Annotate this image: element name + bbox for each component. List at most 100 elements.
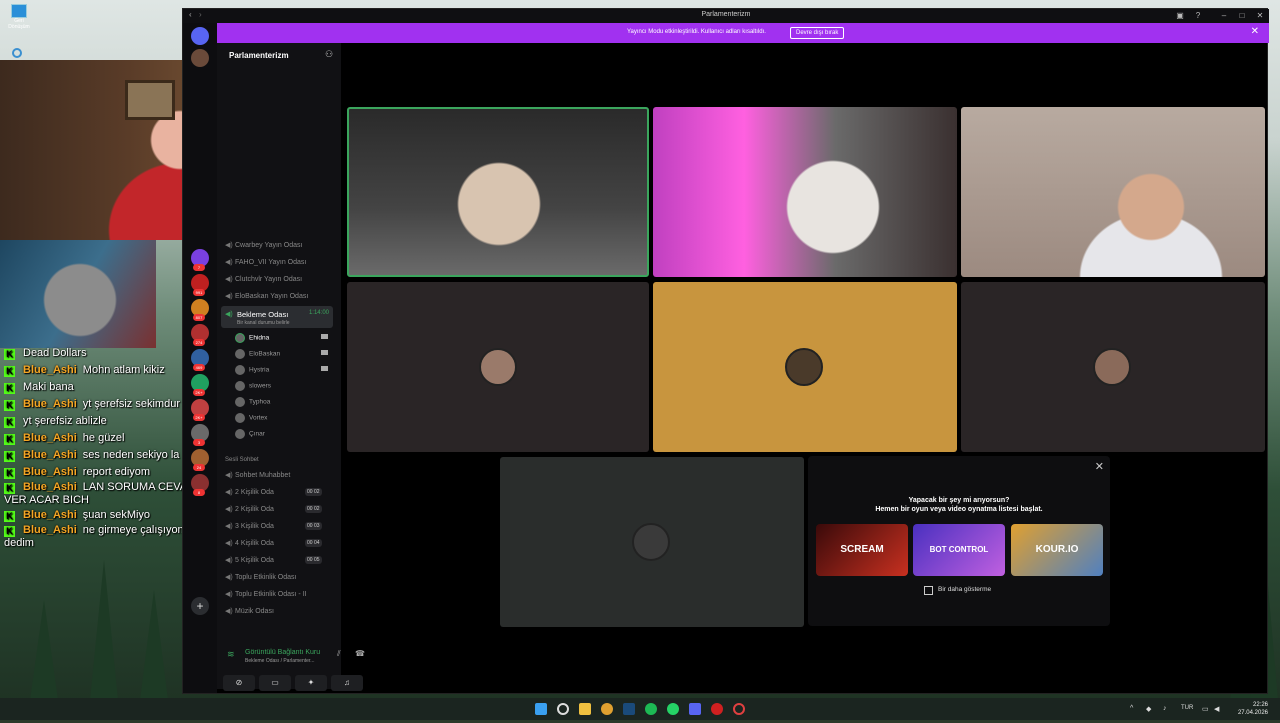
voice-user[interactable]: slowers — [235, 381, 271, 391]
game-card[interactable]: KOUR.IO — [1011, 524, 1103, 576]
server-icon[interactable] — [191, 49, 209, 67]
noise-suppression-icon[interactable]: ⫽ — [337, 649, 341, 659]
voice-channel[interactable]: ◀) 2 Kişilik Oda 00 02 — [225, 488, 322, 496]
game-card[interactable]: SCREAM — [816, 524, 908, 576]
dont-show-checkbox[interactable] — [924, 586, 933, 595]
add-member-icon[interactable]: ⚇ — [325, 49, 333, 60]
search-icon[interactable] — [557, 703, 569, 715]
camera-icon — [321, 366, 328, 371]
chrome-icon[interactable] — [601, 703, 613, 715]
channel-label: Cwarbey Yayın Odası — [235, 242, 303, 249]
tray-app-icon[interactable]: ◆ — [1146, 705, 1151, 713]
discord-icon[interactable] — [689, 703, 701, 715]
speaker-icon: ◀) — [225, 574, 233, 581]
user-tile[interactable] — [961, 282, 1265, 452]
spotify-icon[interactable] — [645, 703, 657, 715]
channel-label: EloBaskan Yayın Odası — [235, 293, 309, 300]
kick-badge-icon: K — [4, 434, 15, 445]
video-tile[interactable] — [961, 107, 1265, 277]
camera-off-button[interactable]: ⊘ — [223, 675, 255, 691]
voice-channel[interactable]: ◀) 4 Kişilik Oda 00 04 — [225, 539, 322, 547]
voice-channel[interactable]: ◀) Müzik Odası — [225, 607, 274, 615]
banner-close-icon[interactable]: ✕ — [1251, 26, 1259, 37]
volume-icon[interactable]: ◀ — [1214, 705, 1219, 713]
voice-channel[interactable]: ◀) 2 Kişilik Oda 00 02 — [225, 505, 322, 513]
voice-user[interactable]: Typhoa — [235, 397, 270, 407]
add-server-icon[interactable]: + — [191, 597, 209, 615]
voice-user[interactable]: Hystria — [235, 365, 328, 375]
voice-channel[interactable]: ◀) EloBaskan Yayın Odası — [225, 292, 308, 300]
microphone-icon[interactable]: ♪ — [1163, 705, 1167, 712]
close-icon[interactable]: ✕ — [1095, 460, 1104, 473]
active-voice-channel[interactable]: ◀) Bekleme Odası 1:14:00 Bir kanal durumu b… — [221, 306, 333, 328]
help-icon[interactable]: ? — [1191, 10, 1205, 22]
share-screen-button[interactable]: ▭ — [259, 675, 291, 691]
speaker-icon: ◀) — [225, 472, 233, 479]
voice-channel[interactable]: ◀) Toplu Etkinlik Odası — [225, 573, 296, 581]
chat-text: report ediyom — [82, 466, 151, 478]
server-name[interactable]: Parlamenterizm — [229, 51, 289, 60]
inbox-icon[interactable]: ▣ — [1173, 10, 1187, 22]
voice-channel[interactable]: ◀) Sohbet Muhabbet — [225, 471, 290, 479]
voice-user[interactable]: EloBaskan — [235, 349, 328, 359]
channel-label: 5 Kişilik Oda — [235, 557, 274, 564]
voice-user[interactable]: Çınar — [235, 429, 265, 439]
mention-badge: 469 — [193, 364, 205, 371]
speaker-icon: ◀) — [225, 242, 233, 249]
chat-username: Blue_Ashi — [23, 398, 77, 410]
chat-message: K Blue_Ashi report ediyom — [4, 464, 184, 481]
clock-time: 22:26 — [1252, 702, 1268, 708]
discord-home-icon[interactable] — [191, 27, 209, 45]
start-icon[interactable] — [535, 703, 547, 715]
recycle-bin-icon[interactable]: Geri Dönüşüm — [4, 4, 34, 30]
whatsapp-icon[interactable] — [667, 703, 679, 715]
channel-label: FAHO_VII Yayın Odası — [235, 259, 307, 266]
video-tile[interactable] — [653, 107, 957, 277]
close-button[interactable]: ✕ — [1253, 10, 1267, 22]
app-icon[interactable] — [733, 703, 745, 715]
voice-connection-panel: ≋ Görüntülü Bağlantı Kuru Bekleme Odası / … — [221, 647, 371, 697]
activities-button[interactable]: ✦ — [295, 675, 327, 691]
user-tile[interactable] — [500, 457, 804, 627]
voice-channel[interactable]: ◀) Clutchvlr Yayın Odası — [225, 275, 302, 283]
user-tile[interactable] — [653, 282, 957, 452]
user-label: Hystria — [249, 366, 270, 374]
voice-user[interactable]: Vortex — [235, 413, 267, 423]
voice-channel[interactable]: ◀) 3 Kişilik Oda 00 03 — [225, 522, 322, 530]
voice-channel-path[interactable]: Bekleme Odası / Parlamenter... — [245, 658, 314, 664]
network-icon[interactable]: ▭ — [1202, 705, 1209, 713]
channel-list: Parlamenterizm ⚇ ◀) Cwarbey Yayın Odası ◀)… — [217, 43, 365, 718]
opera-icon[interactable] — [711, 703, 723, 715]
voice-status: Görüntülü Bağlantı Kuru — [245, 649, 321, 656]
soundboard-button[interactable]: ♫ — [331, 675, 363, 691]
category-header[interactable]: Sesli Sohbet — [225, 457, 259, 463]
clock[interactable]: 22:26 27.04.2026 — [1238, 701, 1268, 717]
voice-channel[interactable]: ◀) Toplu Etkinlik Odası - II — [225, 590, 307, 598]
channel-label: 2 Kişilik Oda — [235, 506, 274, 513]
chevron-up-icon[interactable]: ^ — [1130, 705, 1133, 712]
refresh-icon[interactable] — [12, 48, 22, 58]
chat-text: he güzel — [82, 432, 125, 444]
file-explorer-icon[interactable] — [579, 703, 591, 715]
voice-channel[interactable]: ◀) FAHO_VII Yayın Odası — [225, 258, 306, 266]
minimize-button[interactable]: – — [1217, 10, 1231, 22]
game-card[interactable]: BOT CONTROL — [913, 524, 1005, 576]
user-tile[interactable] — [347, 282, 649, 452]
video-tile[interactable] — [347, 107, 649, 277]
kick-badge-icon: K — [4, 366, 15, 377]
steam-icon[interactable] — [623, 703, 635, 715]
voice-channel[interactable]: ◀) Cwarbey Yayın Odası — [225, 241, 302, 249]
speaker-icon: ◀) — [225, 608, 233, 615]
disable-streamer-mode-button[interactable]: Devre dışı bırak — [790, 27, 845, 39]
maximize-button[interactable]: □ — [1235, 10, 1249, 22]
avatar — [235, 365, 245, 375]
user-count: 00 04 — [305, 539, 322, 547]
language-indicator[interactable]: TUR — [1181, 705, 1193, 711]
disconnect-icon[interactable]: ☎ — [355, 649, 365, 658]
user-count: 00 03 — [305, 522, 322, 530]
voice-user[interactable]: Ehidna — [235, 333, 328, 343]
kick-badge-icon: K — [4, 451, 15, 462]
voice-channel[interactable]: ◀) 5 Kişilik Oda 00 05 — [225, 556, 322, 564]
kick-badge-icon: K — [4, 349, 15, 360]
speaker-icon: ◀) — [225, 540, 233, 547]
